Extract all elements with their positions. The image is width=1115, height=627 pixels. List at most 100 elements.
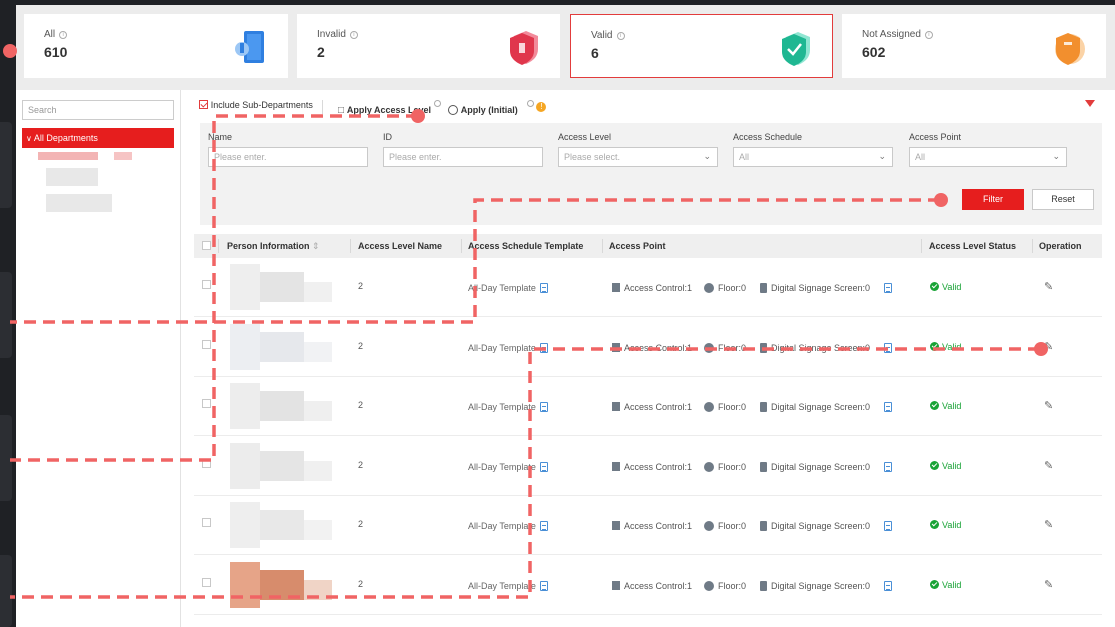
document-icon[interactable]: [884, 342, 892, 353]
row-checkbox[interactable]: [202, 280, 211, 289]
sort-icon[interactable]: ⇕: [312, 241, 320, 251]
document-icon[interactable]: [539, 402, 548, 412]
table-header: Person Information ⇕ Access Level Name A…: [194, 234, 1102, 258]
door-icon: [612, 283, 620, 292]
info-icon: i: [924, 31, 933, 39]
stat-value: 6: [591, 45, 599, 61]
access-schedule-value: All: [739, 152, 750, 162]
access-level-select[interactable]: Please select. ⌄: [558, 147, 718, 167]
floor-count: Floor:0: [704, 342, 746, 353]
document-icon[interactable]: [884, 402, 892, 412]
floor-label: Floor:0: [718, 283, 747, 293]
tree-node-redacted[interactable]: [46, 168, 98, 186]
document-icon[interactable]: [539, 283, 548, 293]
rail-tab[interactable]: [0, 272, 12, 358]
document-icon[interactable]: [884, 283, 892, 293]
document-icon[interactable]: [884, 521, 892, 531]
access-point-details[interactable]: [880, 342, 892, 353]
document-icon[interactable]: [539, 461, 548, 472]
tree-node-redacted[interactable]: [114, 152, 132, 160]
row-checkbox[interactable]: [202, 399, 211, 408]
edit-icon[interactable]: ✎: [1044, 518, 1053, 531]
header-divider: [218, 239, 219, 253]
include-sub-departments-checkbox[interactable]: Include Sub-Departments: [199, 100, 313, 111]
document-icon[interactable]: [539, 521, 548, 531]
filter-button[interactable]: Filter: [962, 189, 1024, 210]
checkbox-checked-icon[interactable]: [199, 100, 208, 109]
access-point-details[interactable]: [880, 580, 892, 591]
access-point-details[interactable]: [880, 521, 892, 531]
col-operation: Operation: [1039, 241, 1082, 251]
floor-label: Floor:0: [718, 402, 747, 412]
stat-card-valid[interactable]: Valid i 6: [570, 14, 833, 78]
select-all-checkbox[interactable]: [202, 241, 211, 250]
stat-label: Valid: [591, 30, 613, 41]
status-label: Valid: [942, 460, 962, 471]
document-icon[interactable]: [539, 580, 548, 591]
apply-initial-label: Apply (Initial): [460, 105, 518, 115]
schedule-template-label: All-Day Template: [468, 402, 536, 412]
document-icon[interactable]: [884, 580, 892, 591]
table-row[interactable]: 2 All-Day Template Access Control:1 Floor:0…: [194, 496, 1102, 555]
toolbar: Include Sub-Departments □ Apply Access L…: [194, 98, 1104, 116]
reset-button[interactable]: Reset: [1032, 189, 1094, 210]
chevron-down-icon[interactable]: ∨: [26, 134, 32, 143]
content-area: Include Sub-Departments □ Apply Access L…: [194, 90, 1115, 627]
tree-root-label: All Departments: [33, 133, 98, 143]
row-checkbox[interactable]: [202, 458, 211, 468]
table-row[interactable]: 2 All-Day Template Access Control:1 Floor:0…: [194, 377, 1102, 436]
stat-card-invalid[interactable]: Invalid i 2: [297, 14, 560, 78]
person-info-redacted: [222, 442, 332, 489]
floor-count: Floor:0: [704, 580, 746, 591]
row-checkbox[interactable]: [202, 339, 211, 349]
access-point-select[interactable]: All ⌄: [909, 147, 1067, 167]
stat-card-not-assigned[interactable]: Not Assigned i 602: [842, 14, 1106, 78]
row-checkbox[interactable]: [202, 518, 211, 527]
stat-card-all[interactable]: All i 610: [24, 14, 288, 78]
edit-icon[interactable]: ✎: [1044, 340, 1053, 353]
rail-tab[interactable]: [0, 122, 12, 208]
access-control-count: Access Control:1: [612, 342, 692, 353]
tree-node-redacted[interactable]: [46, 194, 112, 212]
col-person-information[interactable]: Person Information ⇕: [227, 241, 320, 252]
check-circle-icon: [930, 520, 939, 529]
floor-icon: [704, 342, 714, 353]
access-schedule-select[interactable]: All ⌄: [733, 147, 893, 167]
table-row[interactable]: 2 All-Day Template Access Control:1 Floor:0…: [194, 437, 1102, 496]
table-row[interactable]: 2 All-Day Template Access Control:1 Floor:0…: [194, 258, 1102, 317]
tree-search-input[interactable]: Search: [22, 100, 174, 120]
access-control-label: Access Control:1: [624, 521, 693, 531]
rail-tab[interactable]: [0, 555, 12, 627]
access-point-details[interactable]: [880, 402, 892, 412]
table-row[interactable]: 2 All-Day Template Access Control:1 Floor:0…: [194, 318, 1102, 377]
document-icon[interactable]: [884, 461, 892, 472]
tree-node-redacted[interactable]: [38, 152, 98, 160]
rail-tab[interactable]: [0, 415, 12, 501]
table-row[interactable]: 2 All-Day Template Access Control:1 Floor:0…: [194, 556, 1102, 615]
row-checkbox[interactable]: [202, 577, 211, 587]
access-level-status: Valid: [930, 401, 961, 411]
info-icon: i: [349, 31, 358, 39]
edit-icon[interactable]: ✎: [1044, 280, 1053, 293]
floor-icon: [704, 521, 714, 531]
access-point-details[interactable]: [880, 283, 892, 293]
id-input[interactable]: Please enter.: [383, 147, 543, 167]
access-point-details[interactable]: [880, 461, 892, 472]
filter-funnel-icon[interactable]: [1085, 100, 1095, 107]
edit-icon[interactable]: ✎: [1044, 399, 1053, 412]
header-divider: [350, 239, 351, 253]
access-level-name: 2: [358, 578, 364, 589]
tree-root-all-departments[interactable]: ∨ All Departments: [22, 128, 174, 148]
apply-initial-button[interactable]: Apply (Initial) !: [448, 100, 547, 116]
info-icon: i: [616, 32, 625, 40]
access-level-status: Valid: [930, 341, 961, 352]
apply-access-level-button[interactable]: □ Apply Access Level: [338, 100, 441, 116]
document-icon[interactable]: [539, 342, 548, 353]
screen-icon: [760, 283, 767, 293]
status-label: Valid: [942, 520, 962, 530]
edit-icon[interactable]: ✎: [1044, 578, 1053, 591]
door-icon: [612, 580, 620, 590]
name-input[interactable]: Please enter.: [208, 147, 368, 167]
access-level-name: 2: [358, 281, 364, 291]
edit-icon[interactable]: ✎: [1044, 459, 1053, 472]
